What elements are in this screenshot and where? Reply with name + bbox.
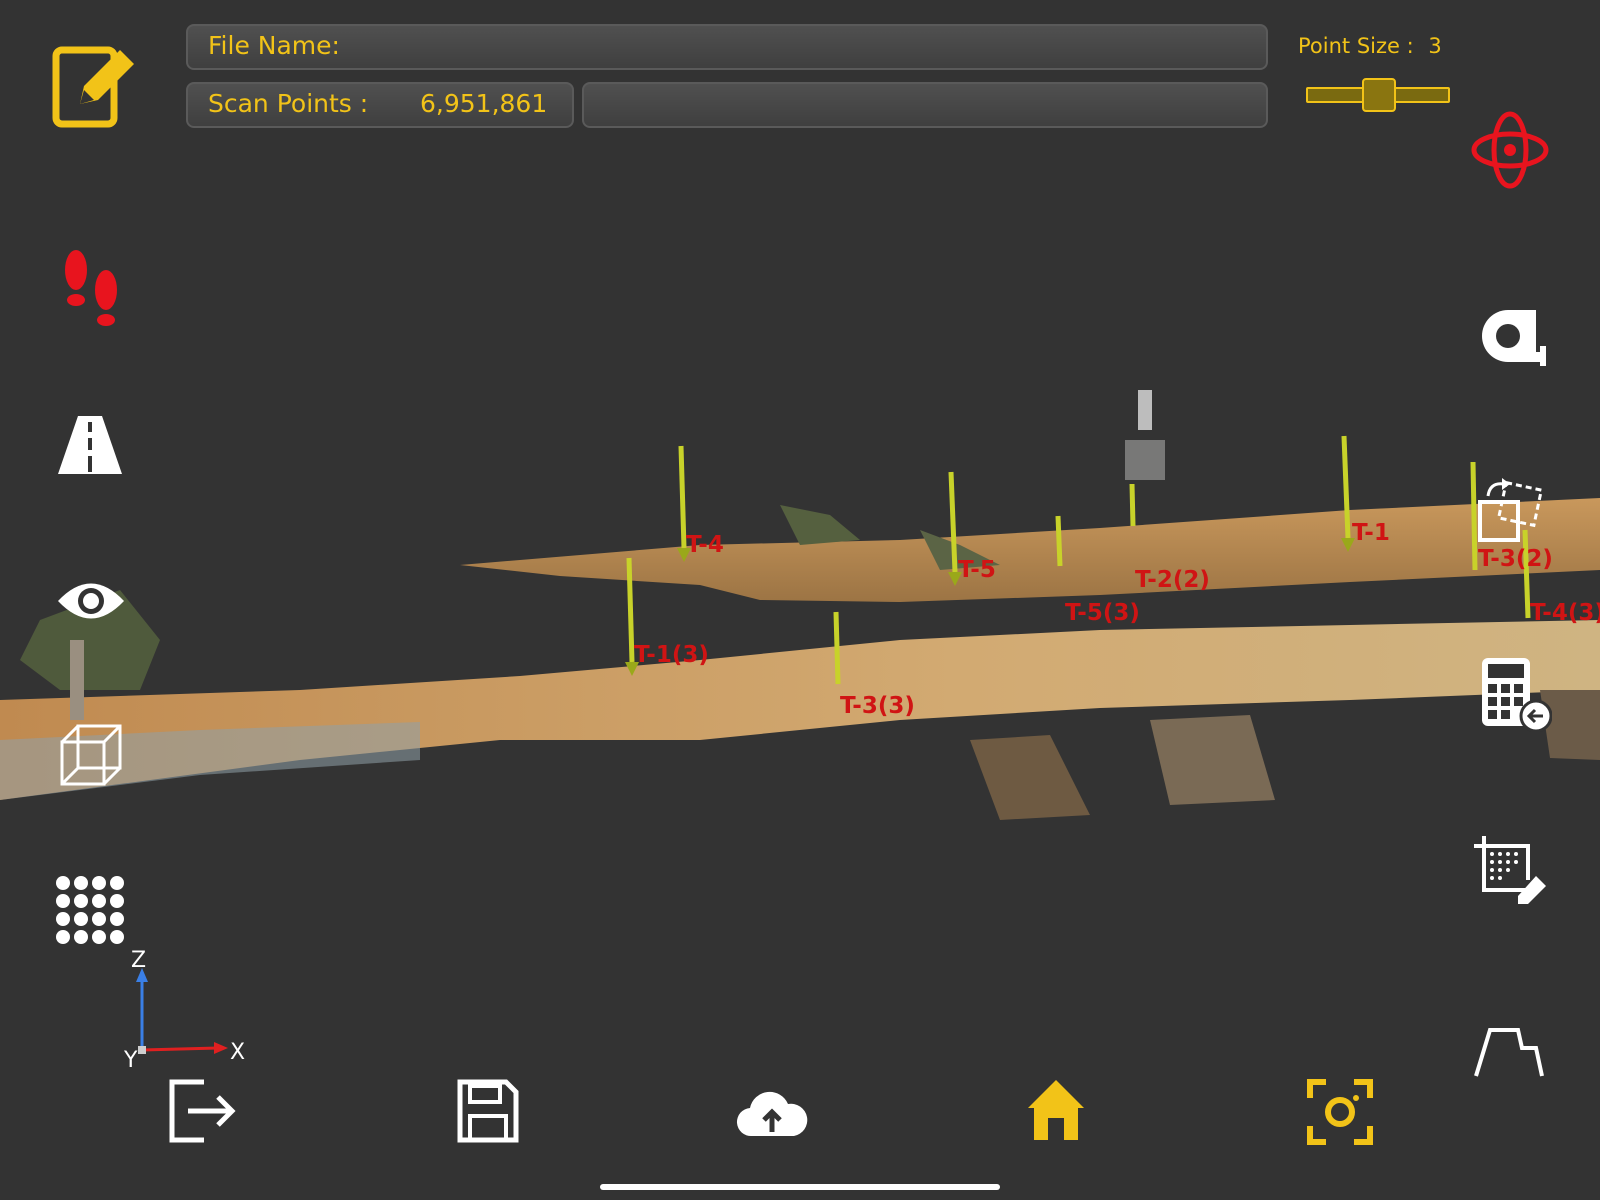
dot-grid-icon[interactable]	[54, 874, 128, 948]
marker-label[interactable]: T-5	[958, 557, 996, 583]
point-size-value: 3	[1428, 34, 1442, 58]
scan-points-label: Scan Points :	[208, 89, 369, 118]
scan-points-value: 6,951,861	[420, 89, 548, 118]
marker-label[interactable]: T-3(2)	[1478, 546, 1553, 572]
point-size-slider-thumb[interactable]	[1362, 78, 1396, 112]
road-icon[interactable]	[56, 416, 124, 476]
marker-label[interactable]: T-2(2)	[1135, 567, 1210, 593]
marker-label[interactable]: T-4(3)	[1530, 600, 1600, 626]
marker-label[interactable]: T-5(3)	[1065, 600, 1140, 626]
marker-label[interactable]: T-1(3)	[634, 642, 709, 668]
axis-y-label: Y	[124, 1048, 138, 1073]
transform-copy-icon[interactable]	[1476, 478, 1548, 546]
marker-label[interactable]: T-1	[1352, 520, 1390, 546]
file-name-bar: File Name:	[186, 24, 1268, 70]
wireframe-box-icon[interactable]	[58, 722, 124, 788]
home-indicator[interactable]	[600, 1184, 1000, 1190]
save-icon[interactable]	[456, 1078, 520, 1144]
edit-icon[interactable]	[50, 42, 140, 132]
scan-points-bar: Scan Points : 6,951,861	[186, 82, 574, 128]
marker-label[interactable]: T-4	[686, 532, 724, 558]
status-bar-empty	[582, 82, 1268, 128]
calculator-icon[interactable]	[1480, 656, 1552, 732]
file-name-label: File Name:	[208, 31, 340, 60]
tape-measure-icon[interactable]	[1478, 306, 1548, 366]
marker-label[interactable]: T-3(3)	[840, 693, 915, 719]
footprints-icon[interactable]	[60, 248, 124, 332]
axis-gizmo	[136, 968, 228, 1054]
point-cloud-view[interactable]	[0, 0, 1600, 1200]
home-icon[interactable]	[1026, 1078, 1086, 1142]
camera-focus-icon[interactable]	[1306, 1078, 1374, 1146]
rotate-3d-icon[interactable]	[1470, 110, 1550, 190]
eye-icon[interactable]	[56, 578, 126, 624]
crop-area-icon[interactable]	[1474, 836, 1548, 906]
exit-icon[interactable]	[168, 1078, 240, 1144]
axis-z-label: Z	[131, 948, 147, 973]
point-size-readout: Point Size : 3	[1298, 34, 1442, 58]
point-size-label: Point Size :	[1298, 34, 1414, 58]
axis-x-label: X	[230, 1040, 246, 1065]
profile-icon[interactable]	[1474, 1026, 1544, 1078]
cloud-upload-icon[interactable]	[736, 1086, 808, 1140]
